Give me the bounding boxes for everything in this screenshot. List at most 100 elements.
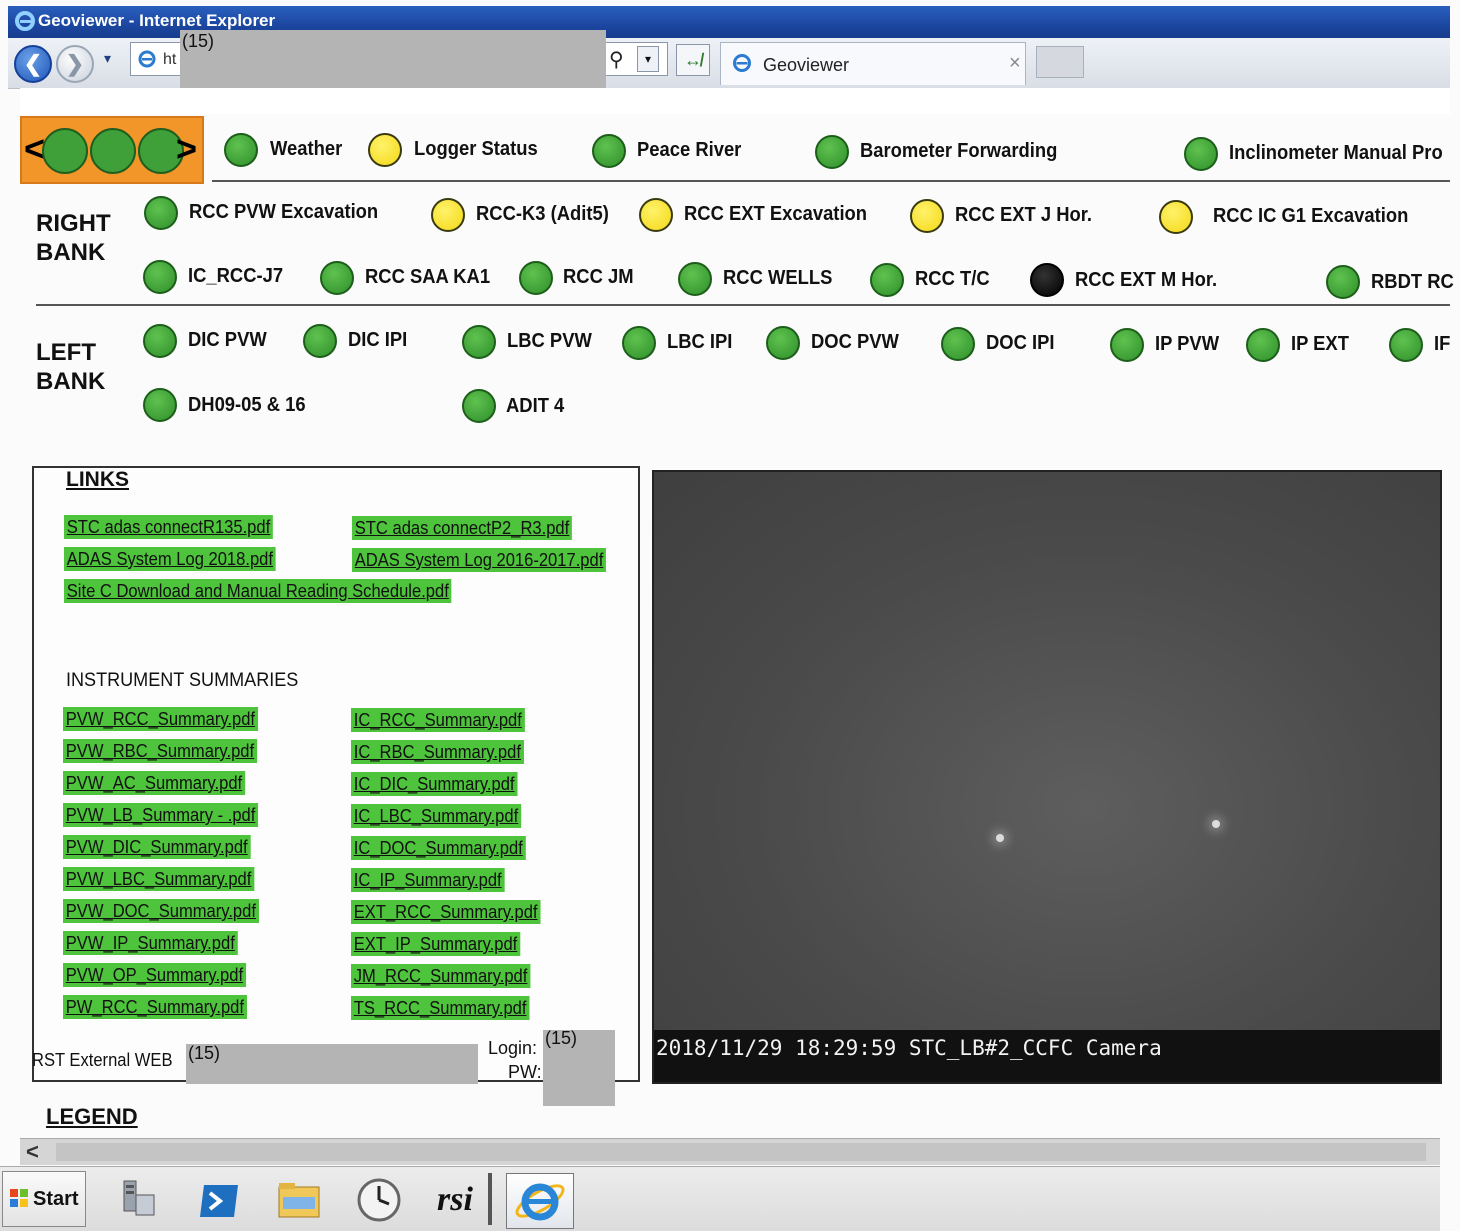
summary-link[interactable]: PVW_RCC_Summary.pdf	[63, 707, 258, 731]
summary-link[interactable]: IC_LBC_Summary.pdf	[351, 804, 521, 828]
status-indicator-weather[interactable]	[224, 133, 258, 167]
status-indicator-logger-status[interactable]	[368, 133, 402, 167]
summary-link[interactable]: JM_RCC_Summary.pdf	[351, 964, 531, 988]
indicator-label[interactable]: Logger Status	[414, 138, 538, 161]
status-indicator-rcc-k3[interactable]	[431, 198, 465, 232]
summary-link[interactable]: PVW_LBC_Summary.pdf	[63, 867, 255, 891]
indicator-label[interactable]: LBC IPI	[667, 331, 732, 354]
clock-icon[interactable]	[352, 1173, 406, 1227]
summary-link[interactable]: EXT_RCC_Summary.pdf	[351, 900, 541, 924]
link-stc-adas-connectp2-r3[interactable]: STC adas connectP2_R3.pdf	[352, 516, 573, 540]
close-tab-icon[interactable]: ×	[1009, 52, 1021, 75]
status-indicator-barometer-forwarding[interactable]	[815, 135, 849, 169]
summary-link[interactable]: PVW_AC_Summary.pdf	[63, 771, 245, 795]
horizontal-scrollbar[interactable]: <	[20, 1138, 1440, 1165]
status-indicator-rcc-jm[interactable]	[519, 261, 553, 295]
status-indicator-ip-ext[interactable]	[1246, 328, 1280, 362]
browser-tab[interactable]: Geoviewer ×	[720, 42, 1026, 85]
link-adas-system-log-2018[interactable]: ADAS System Log 2018.pdf	[64, 547, 276, 571]
status-indicator-lbc-ipi[interactable]	[622, 326, 656, 360]
indicator-label[interactable]: RCC IC G1 Excavation	[1213, 205, 1408, 228]
new-tab-button[interactable]	[1036, 46, 1084, 78]
scrollbar-thumb[interactable]	[56, 1143, 1426, 1161]
indicator-label[interactable]: DOC IPI	[986, 332, 1054, 355]
status-indicator-dic-pvw[interactable]	[143, 324, 177, 358]
scroll-left-icon[interactable]: <	[26, 1139, 39, 1165]
powershell-icon[interactable]	[192, 1173, 246, 1227]
rsi-app-icon[interactable]: rsi	[428, 1173, 482, 1227]
indicator-label[interactable]: RCC WELLS	[723, 267, 832, 290]
indicator-label[interactable]: DH09-05 & 16	[188, 394, 306, 417]
summary-link[interactable]: TS_RCC_Summary.pdf	[351, 996, 530, 1020]
indicator-label[interactable]: DIC IPI	[348, 329, 407, 352]
summary-link[interactable]: PVW_RBC_Summary.pdf	[63, 739, 257, 763]
link-stc-adas-connectr135[interactable]: STC adas connectR135.pdf	[64, 515, 273, 539]
summary-link[interactable]: PVW_OP_Summary.pdf	[63, 963, 246, 987]
indicator-label[interactable]: DIC PVW	[188, 329, 267, 352]
refresh-button[interactable]: ↮	[676, 44, 710, 76]
indicator-label[interactable]: IC_RCC-J7	[188, 265, 283, 288]
indicator-label[interactable]: RBDT RC	[1371, 271, 1454, 294]
status-indicator-if[interactable]	[1389, 328, 1423, 362]
indicator-label[interactable]: RCC EXT M Hor.	[1075, 269, 1217, 292]
indicator-label[interactable]: Weather	[270, 138, 342, 161]
indicator-label[interactable]: RCC EXT J Hor.	[955, 204, 1092, 227]
summary-link[interactable]: IC_DOC_Summary.pdf	[351, 836, 526, 860]
status-indicator-dic-ipi[interactable]	[303, 324, 337, 358]
indicator-label[interactable]: RCC EXT Excavation	[684, 203, 867, 226]
search-icon[interactable]: ⚲	[609, 47, 624, 72]
status-indicator-ic-rcc-j7[interactable]	[143, 260, 177, 294]
status-indicator-rcc-ext-m-hor[interactable]	[1030, 263, 1064, 297]
status-indicator-rcc-tc[interactable]	[870, 263, 904, 297]
internet-explorer-taskbar-icon[interactable]	[506, 1173, 574, 1229]
indicator-label[interactable]: Peace River	[637, 139, 741, 162]
status-indicator-inclinometer-manual[interactable]	[1184, 137, 1218, 171]
summary-link[interactable]: IC_IP_Summary.pdf	[351, 868, 505, 892]
summary-link[interactable]: PW_RCC_Summary.pdf	[63, 995, 247, 1019]
indicator-label[interactable]: RCC-K3 (Adit5)	[476, 203, 609, 226]
indicator-label[interactable]: RCC SAA KA1	[365, 266, 490, 289]
server-manager-icon[interactable]	[112, 1173, 166, 1227]
summary-link[interactable]: PVW_DIC_Summary.pdf	[63, 835, 251, 859]
status-indicator-rcc-wells[interactable]	[678, 262, 712, 296]
status-indicator-lbc-pvw[interactable]	[462, 325, 496, 359]
indicator-label[interactable]: Inclinometer Manual Pro	[1229, 142, 1443, 165]
link-download-schedule[interactable]: Site C Download and Manual Reading Sched…	[64, 579, 452, 603]
indicator-label[interactable]: DOC PVW	[811, 331, 899, 354]
summary-link[interactable]: IC_DIC_Summary.pdf	[351, 772, 518, 796]
status-indicator-rcc-saa-ka1[interactable]	[320, 261, 354, 295]
link-adas-system-log-2016-2017[interactable]: ADAS System Log 2016-2017.pdf	[352, 548, 607, 572]
summary-link[interactable]: EXT_IP_Summary.pdf	[351, 932, 521, 956]
start-button[interactable]: Start	[2, 1171, 86, 1227]
indicator-label[interactable]: LBC PVW	[507, 330, 592, 353]
indicator-label[interactable]: ADIT 4	[506, 395, 564, 418]
status-indicator-rcc-ext-excavation[interactable]	[639, 198, 673, 232]
indicator-label[interactable]: IP EXT	[1291, 333, 1349, 356]
status-indicator-dh09-05-16[interactable]	[143, 388, 177, 422]
status-indicator-doc-pvw[interactable]	[766, 326, 800, 360]
status-indicator-adit-4[interactable]	[462, 389, 496, 423]
indicator-label[interactable]: Barometer Forwarding	[860, 140, 1057, 163]
indicator-label[interactable]: IP PVW	[1155, 333, 1219, 356]
forward-button[interactable]: ❯	[56, 45, 94, 83]
address-dropdown-icon[interactable]: ▾	[637, 46, 659, 72]
indicator-label[interactable]: RCC PVW Excavation	[189, 201, 378, 224]
status-indicator-rcc-pvw-excavation[interactable]	[144, 196, 178, 230]
status-indicator-doc-ipi[interactable]	[941, 327, 975, 361]
status-indicator-rcc-ic-g1-excavation[interactable]	[1159, 200, 1193, 234]
summary-link[interactable]: PVW_IP_Summary.pdf	[63, 931, 238, 955]
status-indicator-ip-pvw[interactable]	[1110, 328, 1144, 362]
summary-link[interactable]: PVW_LB_Summary - .pdf	[63, 803, 259, 827]
history-dropdown-icon[interactable]: ▾	[104, 50, 111, 67]
status-indicator-rbdt-rc[interactable]	[1326, 265, 1360, 299]
file-explorer-icon[interactable]	[272, 1173, 326, 1227]
back-button[interactable]: ❮	[14, 45, 52, 83]
summary-link[interactable]: IC_RBC_Summary.pdf	[351, 740, 524, 764]
status-indicator-peace-river[interactable]	[592, 134, 626, 168]
indicator-label[interactable]: RCC T/C	[915, 268, 990, 291]
indicator-label[interactable]: IF	[1434, 333, 1450, 356]
summary-link[interactable]: PVW_DOC_Summary.pdf	[63, 899, 259, 923]
status-indicator-rcc-ext-j-hor[interactable]	[910, 199, 944, 233]
summary-link[interactable]: IC_RCC_Summary.pdf	[351, 708, 525, 732]
indicator-label[interactable]: RCC JM	[563, 266, 634, 289]
